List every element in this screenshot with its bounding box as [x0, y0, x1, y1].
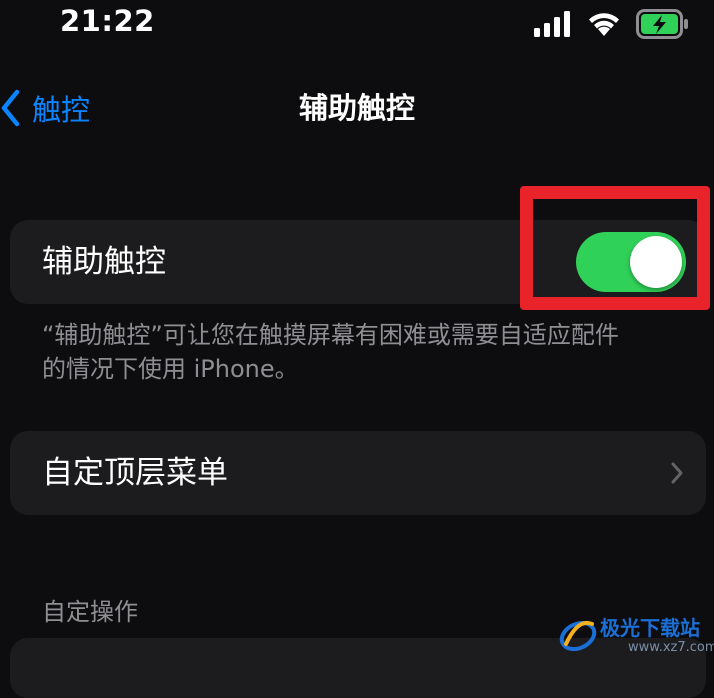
footnote-line-1: “辅助触控”可让您在触摸屏幕有困难或需要自适应配件	[42, 321, 619, 349]
page-title: 辅助触控	[298, 91, 415, 125]
watermark: 极光下载站 www.xz7.com	[558, 610, 714, 662]
cellular-signal-icon	[534, 11, 570, 37]
highlight-annotation-box	[520, 186, 710, 310]
assistive-touch-label: 辅助触控	[42, 244, 166, 280]
status-time: 21:22	[60, 4, 155, 38]
custom-actions-section-header: 自定操作	[42, 598, 138, 626]
watermark-logo-icon	[559, 620, 597, 652]
watermark-title: 极光下载站	[600, 616, 700, 640]
battery-charging-icon	[636, 9, 688, 39]
assistive-touch-footnote: “辅助触控”可让您在触摸屏幕有困难或需要自适应配件 的情况下使用 iPhone。	[42, 318, 682, 386]
footnote-line-2: 的情况下使用 iPhone。	[42, 355, 299, 383]
customize-top-level-menu-row[interactable]: 自定顶层菜单	[10, 431, 706, 515]
chevron-right-icon	[671, 462, 683, 484]
customize-top-level-menu-label: 自定顶层菜单	[42, 455, 228, 491]
status-bar: 21:22	[0, 0, 714, 52]
watermark-url: www.xz7.com	[628, 640, 714, 655]
wifi-icon	[589, 13, 619, 36]
